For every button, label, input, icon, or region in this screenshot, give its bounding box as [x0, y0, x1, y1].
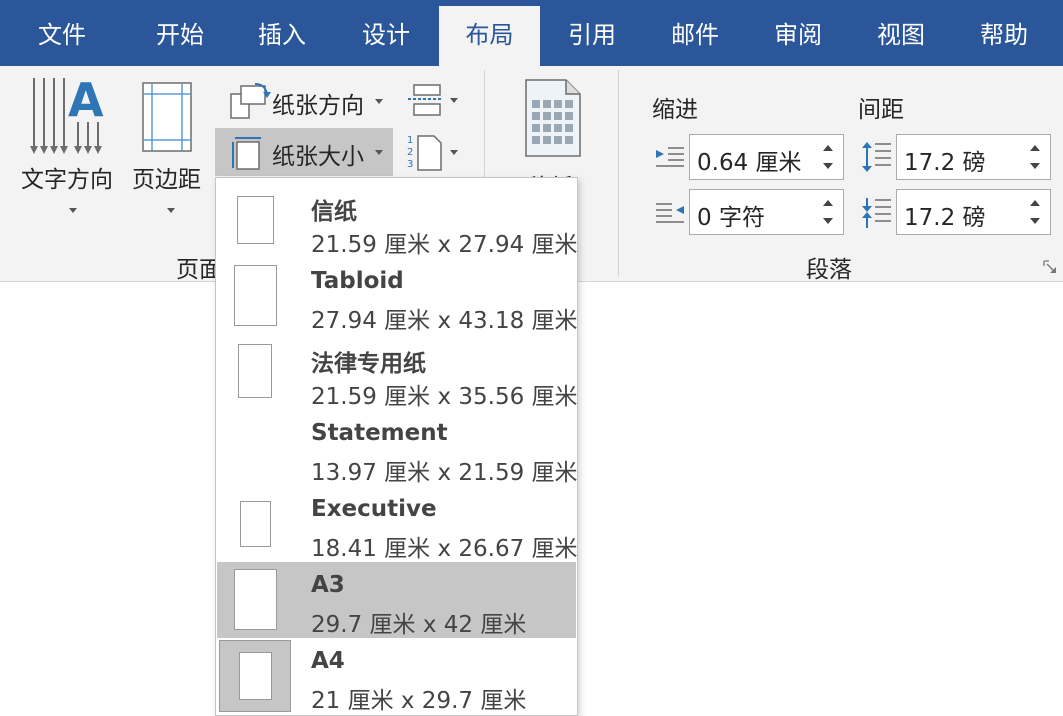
- paper-size-option-letter[interactable]: 信纸 21.59 厘米 x 27.94 厘米: [217, 182, 578, 258]
- paper-size-dims: 21 厘米 x 29.7 厘米: [311, 688, 527, 714]
- spacing-before-value: 17.2 磅: [904, 150, 986, 176]
- tab-view[interactable]: 视图: [851, 6, 951, 66]
- text-direction-label: 文字方向: [21, 167, 113, 193]
- margins-button[interactable]: 页边距: [130, 74, 210, 219]
- margins-icon: [142, 82, 192, 152]
- spacing-before-input[interactable]: 17.2 磅: [896, 134, 1051, 180]
- ribbon-tab-bar: 文件 开始 插入 设计 布局 引用 邮件 审阅 视图 帮助: [0, 0, 1063, 66]
- page-thumbnail-icon: [234, 569, 277, 630]
- chevron-down-icon: [450, 150, 458, 155]
- tab-home[interactable]: 开始: [130, 6, 230, 66]
- paper-size-dims: 29.7 厘米 x 42 厘米: [311, 612, 527, 638]
- paper-size-option-a4[interactable]: A4 21 厘米 x 29.7 厘米: [217, 638, 576, 714]
- tab-file[interactable]: 文件: [12, 6, 112, 66]
- svg-text:3: 3: [407, 159, 413, 170]
- spin-down-icon[interactable]: [1030, 163, 1040, 169]
- paper-size-label: 纸张大小: [272, 144, 364, 170]
- indent-left-icon: [656, 147, 684, 167]
- paper-size-dims: 21.59 厘米 x 27.94 厘米: [311, 232, 578, 258]
- spacing-title: 间距: [858, 97, 904, 123]
- indent-right-value: 0 字符: [697, 205, 765, 231]
- paper-size-menu: 信纸 21.59 厘米 x 27.94 厘米 Tabloid 27.94 厘米 …: [215, 177, 578, 716]
- indent-left-value: 0.64 厘米: [697, 150, 802, 176]
- current-size-indicator: [219, 640, 291, 712]
- text-direction-icon: A: [30, 76, 104, 154]
- orientation-icon: [230, 83, 271, 119]
- page-thumbnail-icon: [234, 265, 277, 326]
- paper-size-name: Executive: [311, 496, 437, 522]
- paper-size-name: Tabloid: [311, 268, 404, 294]
- paper-size-option-a3[interactable]: A3 29.7 厘米 x 42 厘米: [217, 562, 576, 638]
- paper-size-name: 法律专用纸: [311, 351, 426, 377]
- spin-down-icon[interactable]: [823, 218, 833, 224]
- paper-size-icon: [232, 137, 261, 170]
- tab-insert[interactable]: 插入: [232, 6, 332, 66]
- spin-down-icon[interactable]: [823, 163, 833, 169]
- paper-size-dims: 18.41 厘米 x 26.67 厘米: [311, 536, 578, 562]
- breaks-button[interactable]: [402, 80, 464, 120]
- paper-size-name: A4: [311, 648, 345, 674]
- svg-text:A: A: [68, 76, 104, 127]
- page-thumbnail-icon: [240, 501, 271, 547]
- paper-size-name: 信纸: [311, 199, 357, 225]
- spin-up-icon[interactable]: [1030, 200, 1040, 206]
- tab-help[interactable]: 帮助: [954, 6, 1054, 66]
- paper-size-option-legal[interactable]: 法律专用纸 21.59 厘米 x 35.56 厘米: [217, 334, 578, 410]
- spin-down-icon[interactable]: [1030, 218, 1040, 224]
- spacing-before-icon: [862, 142, 891, 172]
- spin-up-icon[interactable]: [823, 145, 833, 151]
- chevron-down-icon: [450, 98, 458, 103]
- chevron-down-icon: [375, 99, 383, 104]
- line-numbers-button[interactable]: 1 2 3: [402, 130, 464, 174]
- orientation-button[interactable]: 纸张方向: [225, 78, 397, 122]
- manuscript-button[interactable]: 稿纸: [510, 76, 600, 201]
- paper-size-dims: 13.97 厘米 x 21.59 厘米: [311, 460, 578, 486]
- indent-left-input[interactable]: 0.64 厘米: [689, 134, 844, 180]
- spacing-after-icon: [862, 198, 891, 228]
- chevron-down-icon: [167, 208, 175, 213]
- orientation-label: 纸张方向: [272, 93, 364, 119]
- indent-right-input[interactable]: 0 字符: [689, 189, 844, 235]
- spin-up-icon[interactable]: [1030, 145, 1040, 151]
- chevron-down-icon: [69, 208, 77, 213]
- chevron-down-icon: [375, 150, 383, 155]
- paper-size-dims: 21.59 厘米 x 35.56 厘米: [311, 384, 578, 410]
- spacing-after-input[interactable]: 17.2 磅: [896, 189, 1051, 235]
- paper-size-button[interactable]: 纸张大小: [215, 128, 393, 176]
- manuscript-icon: [525, 79, 581, 157]
- paper-size-option-statement[interactable]: Statement 13.97 厘米 x 21.59 厘米: [217, 410, 578, 486]
- group-separator: [618, 70, 619, 276]
- svg-text:2: 2: [407, 147, 413, 158]
- indent-title: 缩进: [652, 97, 698, 123]
- group-label-paragraph: 段落: [806, 257, 852, 283]
- tab-design[interactable]: 设计: [336, 6, 436, 66]
- page-thumbnail-icon: [239, 652, 272, 700]
- paper-size-name: Statement: [311, 420, 448, 446]
- dialog-launcher-icon[interactable]: [1043, 260, 1057, 274]
- margins-label: 页边距: [132, 167, 201, 193]
- line-numbers-icon: 1 2 3: [407, 135, 442, 171]
- spacing-after-value: 17.2 磅: [904, 205, 986, 231]
- paper-size-option-executive[interactable]: Executive 18.41 厘米 x 26.67 厘米: [217, 486, 578, 562]
- tab-layout[interactable]: 布局: [439, 6, 540, 66]
- spin-up-icon[interactable]: [823, 200, 833, 206]
- text-direction-button[interactable]: A 文字方向: [18, 74, 122, 219]
- tab-review[interactable]: 审阅: [748, 6, 848, 66]
- tab-references[interactable]: 引用: [542, 6, 642, 66]
- paper-size-dims: 27.94 厘米 x 43.18 厘米: [311, 308, 578, 334]
- paper-size-option-tabloid[interactable]: Tabloid 27.94 厘米 x 43.18 厘米: [217, 258, 578, 334]
- indent-right-icon: [656, 203, 684, 223]
- breaks-icon: [408, 84, 442, 116]
- paper-size-name: A3: [311, 572, 345, 598]
- page-thumbnail-icon: [238, 344, 272, 398]
- svg-text:1: 1: [407, 135, 413, 146]
- page-thumbnail-icon: [237, 196, 274, 244]
- tab-mailings[interactable]: 邮件: [645, 6, 745, 66]
